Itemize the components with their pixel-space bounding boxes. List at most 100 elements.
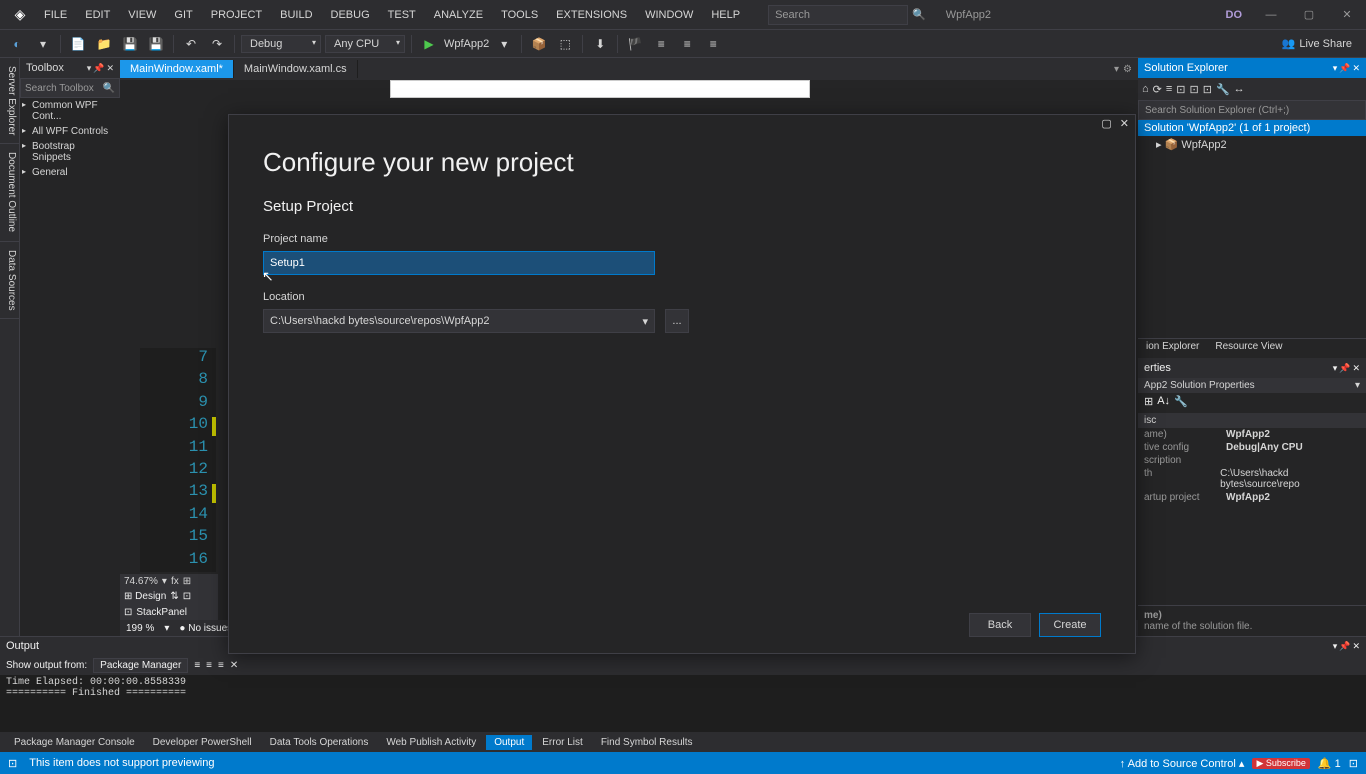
prop-row[interactable]: scription xyxy=(1138,454,1366,467)
toolbox-search-input[interactable]: Search Toolbox🔍 xyxy=(20,78,120,98)
props-pin-icon[interactable]: 📌 xyxy=(1339,363,1350,374)
output-tool-icon[interactable]: ✕ xyxy=(230,660,238,671)
output-from-dropdown[interactable]: Package Manager xyxy=(93,658,188,673)
titlebar-search-input[interactable]: Search xyxy=(768,5,908,25)
menu-window[interactable]: WINDOW xyxy=(637,5,701,25)
props-cat-icon[interactable]: ⊞ xyxy=(1144,395,1153,411)
solexp-search-input[interactable]: Search Solution Explorer (Ctrl+;) xyxy=(1138,100,1366,120)
toolbox-dd-icon[interactable]: ▾ xyxy=(87,63,92,74)
btab-webpub[interactable]: Web Publish Activity xyxy=(378,735,484,750)
output-tool-icon[interactable]: ≡ xyxy=(206,660,212,671)
menu-view[interactable]: VIEW xyxy=(120,5,164,25)
tool-icon-5[interactable]: ≡ xyxy=(650,33,672,55)
solexp-pin-icon[interactable]: 📌 xyxy=(1339,63,1350,74)
tool-icon-6[interactable]: ≡ xyxy=(676,33,698,55)
output-dd-icon[interactable]: ▾ xyxy=(1333,641,1338,652)
save-icon[interactable]: 💾 xyxy=(119,33,141,55)
menu-git[interactable]: GIT xyxy=(166,5,200,25)
swap-icon[interactable]: ⇅ xyxy=(170,591,178,602)
props-close-icon[interactable]: ✕ xyxy=(1352,363,1360,374)
menu-tools[interactable]: TOOLS xyxy=(493,5,546,25)
menu-analyze[interactable]: ANALYZE xyxy=(426,5,491,25)
tool-icon-2[interactable]: ⬚ xyxy=(554,33,576,55)
tool-icon-1[interactable]: 📦 xyxy=(528,33,550,55)
live-share-button[interactable]: 👥 Live Share xyxy=(1274,35,1360,52)
btab-findsym[interactable]: Find Symbol Results xyxy=(593,735,701,750)
browse-button[interactable]: ... xyxy=(665,309,689,333)
grid-icon[interactable]: ⊞ xyxy=(183,576,191,587)
tool-icon-4[interactable]: 🏴 xyxy=(624,33,646,55)
vtab-server-explorer[interactable]: Server Explorer xyxy=(0,58,19,144)
tab-mainwindow-cs[interactable]: MainWindow.xaml.cs xyxy=(234,60,358,78)
subscribe-badge[interactable]: ▶ Subscribe xyxy=(1252,758,1309,769)
solexp-tool-icon[interactable]: ↔ xyxy=(1234,83,1245,95)
start-icon[interactable]: ▶ xyxy=(418,33,440,55)
btab-output[interactable]: Output xyxy=(486,735,532,750)
props-dd-icon[interactable]: ▾ xyxy=(1333,363,1338,374)
platform-dropdown[interactable]: Any CPU xyxy=(325,35,405,53)
menu-build[interactable]: BUILD xyxy=(272,5,320,25)
menu-project[interactable]: PROJECT xyxy=(203,5,270,25)
toolbox-pin-icon[interactable]: 📌 xyxy=(93,63,104,74)
dialog-max-icon[interactable]: ▢ xyxy=(1101,117,1111,131)
startup-project[interactable]: WpfApp2 xyxy=(444,38,489,50)
prop-row[interactable]: artup projectWpfApp2 xyxy=(1138,491,1366,504)
toolbox-item[interactable]: General xyxy=(20,165,120,180)
output-pin-icon[interactable]: 📌 xyxy=(1339,641,1350,652)
btab-devps[interactable]: Developer PowerShell xyxy=(145,735,260,750)
new-icon[interactable]: 📄 xyxy=(67,33,89,55)
btab-errorlist[interactable]: Error List xyxy=(534,735,591,750)
output-close-icon[interactable]: ✕ xyxy=(1352,641,1360,652)
menu-debug[interactable]: DEBUG xyxy=(323,5,378,25)
solexp-tool-icon[interactable]: ⊡ xyxy=(1190,83,1199,96)
prop-row[interactable]: ame)WpfApp2 xyxy=(1138,428,1366,441)
chevron-down-icon[interactable]: ▾ xyxy=(642,315,648,328)
open-icon[interactable]: 📁 xyxy=(93,33,115,55)
output-tool-icon[interactable]: ≡ xyxy=(194,660,200,671)
back-button[interactable]: Back xyxy=(969,613,1031,637)
solexp-tool-icon[interactable]: ⊡ xyxy=(1176,83,1185,96)
btab-pkgmgr[interactable]: Package Manager Console xyxy=(6,735,143,750)
output-tool-icon[interactable]: ≡ xyxy=(218,660,224,671)
vtab-data-sources[interactable]: Data Sources xyxy=(0,242,19,320)
zoom-value[interactable]: 74.67% xyxy=(124,576,158,587)
breadcrumb-stackpanel[interactable]: ⊡StackPanel xyxy=(120,604,218,620)
project-node[interactable]: ▸ 📦 WpfApp2 xyxy=(1138,136,1366,153)
resview-tab[interactable]: Resource View xyxy=(1207,339,1290,358)
config-dropdown[interactable]: Debug xyxy=(241,35,321,53)
undo-icon[interactable]: ↶ xyxy=(180,33,202,55)
saveall-icon[interactable]: 💾 xyxy=(145,33,167,55)
solexp-close-icon[interactable]: ✕ xyxy=(1352,63,1360,74)
prop-row[interactable]: thC:\Users\hackd bytes\source\repo xyxy=(1138,467,1366,491)
solution-node[interactable]: Solution 'WpfApp2' (1 of 1 project) xyxy=(1138,120,1366,136)
maximize-icon[interactable]: ▢ xyxy=(1294,5,1324,25)
btab-datatools[interactable]: Data Tools Operations xyxy=(262,735,377,750)
solexp-tool-icon[interactable]: 🔧 xyxy=(1216,83,1230,96)
close-icon[interactable]: ✕ xyxy=(1332,5,1362,25)
toolbox-item[interactable]: Bootstrap Snippets xyxy=(20,139,120,165)
tool-icon-3[interactable]: ⬇ xyxy=(589,33,611,55)
tab-dd-icon[interactable]: ▾ xyxy=(1114,64,1119,75)
location-input[interactable]: C:\Users\hackd bytes\source\repos\WpfApp… xyxy=(263,309,655,333)
toolbox-close-icon[interactable]: ✕ xyxy=(106,63,114,74)
back-icon[interactable]: ◐ xyxy=(6,33,28,55)
tab-gear-icon[interactable]: ⚙ xyxy=(1123,64,1132,75)
zoom2-value[interactable]: 199 % xyxy=(126,623,154,634)
solexp-tool-icon[interactable]: ⊡ xyxy=(1203,83,1212,96)
solexp-tab[interactable]: ion Explorer xyxy=(1138,339,1207,358)
vtab-document-outline[interactable]: Document Outline xyxy=(0,144,19,241)
solexp-tool-icon[interactable]: ≡ xyxy=(1166,83,1172,95)
redo-icon[interactable]: ↷ xyxy=(206,33,228,55)
design-tab[interactable]: ⊞ Design xyxy=(124,591,166,602)
forward-icon[interactable]: ▾ xyxy=(32,33,54,55)
startup-dd-icon[interactable]: ▾ xyxy=(493,33,515,55)
menu-help[interactable]: HELP xyxy=(703,5,748,25)
props-az-icon[interactable]: A↓ xyxy=(1157,395,1170,411)
props-tool-icon[interactable]: 🔧 xyxy=(1174,395,1188,411)
props-category[interactable]: isc xyxy=(1138,413,1366,428)
fx-icon[interactable]: fx xyxy=(171,576,179,587)
menu-file[interactable]: FILE xyxy=(36,5,75,25)
create-button[interactable]: Create xyxy=(1039,613,1101,637)
search-icon[interactable]: 🔍 xyxy=(912,8,926,21)
solexp-tool-icon[interactable]: ⟳ xyxy=(1153,83,1162,96)
